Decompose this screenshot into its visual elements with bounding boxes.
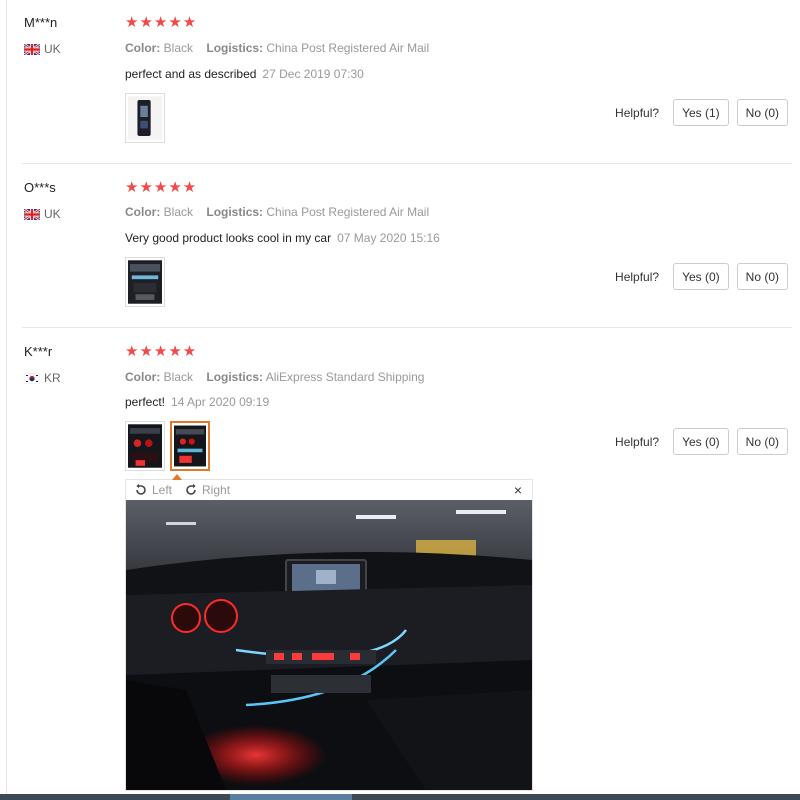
star-rating: ★★★★★ <box>125 343 198 360</box>
reviewer-country: UK <box>24 207 61 221</box>
review-text: Very good product looks cool in my car 07… <box>125 231 440 245</box>
color-label: Color: <box>125 205 161 219</box>
review-date: 27 Dec 2019 07:30 <box>262 67 364 81</box>
feedback-text: Very good product looks cool in my car <box>125 231 332 245</box>
order-attributes: Color: Black Logistics: China Post Regis… <box>125 41 429 55</box>
logistics-label: Logistics: <box>206 205 264 219</box>
helpful-label: Helpful? <box>615 434 660 449</box>
country-code: KR <box>44 371 61 385</box>
helpful-vote: Helpful? Yes (0) No (0) <box>615 428 788 455</box>
viewer-toolbar: Left Right × <box>126 480 532 500</box>
color-value: Black <box>163 41 194 55</box>
helpful-label: Helpful? <box>615 105 660 120</box>
car-interior-photo <box>128 424 162 468</box>
feedback-text: perfect! <box>125 395 166 409</box>
logistics-value: AliExpress Standard Shipping <box>265 370 425 384</box>
review-text: perfect! 14 Apr 2020 09:19 <box>125 395 269 409</box>
reviewer-name: M***n <box>24 15 58 30</box>
color-label: Color: <box>125 41 161 55</box>
image-viewer: Left Right × <box>125 474 533 791</box>
review-date: 14 Apr 2020 09:19 <box>171 395 270 409</box>
reviewer-country: UK <box>24 42 61 56</box>
review-photo-thumbnail[interactable] <box>125 257 165 307</box>
color-value: Black <box>163 205 194 219</box>
helpful-label: Helpful? <box>615 269 660 284</box>
logistics-value: China Post Registered Air Mail <box>266 205 430 219</box>
logistics-value: China Post Registered Air Mail <box>266 41 430 55</box>
rotate-left-icon <box>136 483 146 495</box>
review-date: 07 May 2020 15:16 <box>337 231 440 245</box>
car-dashboard-photo <box>126 500 532 790</box>
enlarged-review-photo <box>126 500 532 790</box>
review-divider <box>22 327 792 328</box>
helpful-yes-button[interactable]: Yes (1) <box>673 99 729 126</box>
scrollbar-thumb[interactable] <box>230 794 352 800</box>
country-code: UK <box>44 207 61 221</box>
review-photo-thumbnail[interactable] <box>125 421 165 471</box>
star-rating: ★★★★★ <box>125 179 198 196</box>
review-text: perfect and as described 27 Dec 2019 07:3… <box>125 67 364 81</box>
helpful-no-button[interactable]: No (0) <box>736 428 788 455</box>
product-photo <box>128 96 162 140</box>
car-interior-photo <box>128 260 162 304</box>
color-value: Black <box>163 370 194 384</box>
left-border <box>6 0 7 794</box>
page-scroll-bar <box>0 794 800 800</box>
rotate-right-icon <box>186 483 196 495</box>
uk-flag-icon <box>24 43 40 55</box>
kr-flag-icon <box>24 372 40 384</box>
uk-flag-icon <box>24 208 40 220</box>
helpful-yes-button[interactable]: Yes (0) <box>673 263 729 290</box>
color-label: Color: <box>125 370 161 384</box>
reviewer-name: O***s <box>24 180 56 195</box>
close-icon[interactable]: × <box>514 482 522 498</box>
review-divider <box>22 163 792 164</box>
country-code: UK <box>44 42 61 56</box>
feedback-text: perfect and as described <box>125 67 257 81</box>
rotate-right-label: Right <box>202 483 231 497</box>
logistics-label: Logistics: <box>206 370 264 384</box>
helpful-no-button[interactable]: No (0) <box>736 99 788 126</box>
review-photo-thumbnail-selected[interactable] <box>170 421 210 471</box>
helpful-vote: Helpful? Yes (0) No (0) <box>615 263 788 290</box>
star-rating: ★★★★★ <box>125 14 198 31</box>
rotate-right-button[interactable]: Right <box>184 483 230 497</box>
rotate-left-button[interactable]: Left <box>134 483 172 497</box>
order-attributes: Color: Black Logistics: China Post Regis… <box>125 205 429 219</box>
review-photo-thumbnail[interactable] <box>125 93 165 143</box>
reviewer-country: KR <box>24 371 61 385</box>
reviewer-name: K***r <box>24 344 53 359</box>
helpful-vote: Helpful? Yes (1) No (0) <box>615 99 788 126</box>
car-interior-photo <box>174 425 206 467</box>
helpful-yes-button[interactable]: Yes (0) <box>673 428 729 455</box>
rotate-left-label: Left <box>152 483 173 497</box>
order-attributes: Color: Black Logistics: AliExpress Stand… <box>125 370 424 384</box>
helpful-no-button[interactable]: No (0) <box>736 263 788 290</box>
logistics-label: Logistics: <box>206 41 264 55</box>
